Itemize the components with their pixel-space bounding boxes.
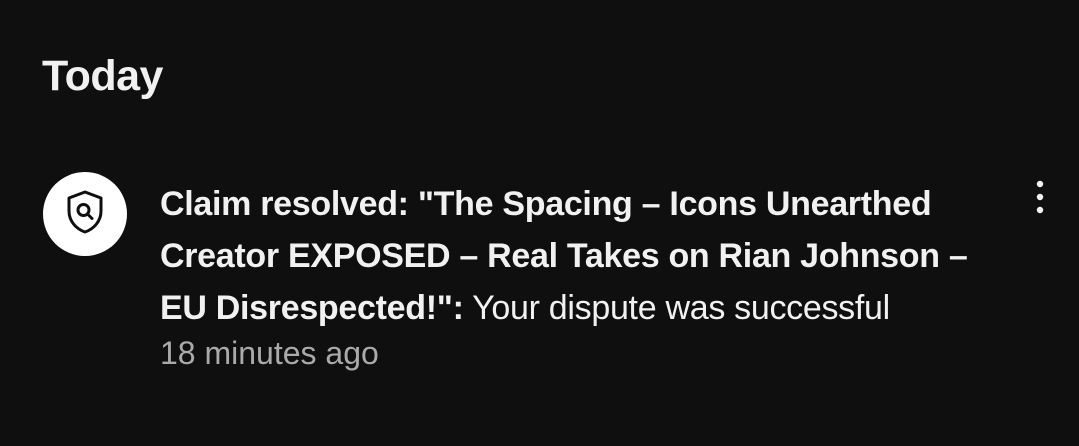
shield-search-icon (65, 189, 105, 240)
notification-item[interactable]: Claim resolved: "The Spacing – Icons Une… (0, 172, 1079, 392)
section-title: Today (42, 52, 163, 100)
notification-text: Claim resolved: "The Spacing – Icons Une… (160, 178, 990, 334)
notification-avatar (43, 172, 127, 256)
more-options-button[interactable] (1020, 176, 1060, 222)
notification-message: Your dispute was successful (463, 289, 890, 327)
more-vertical-icon (1036, 180, 1044, 219)
notification-timestamp: 18 minutes ago (160, 335, 379, 371)
